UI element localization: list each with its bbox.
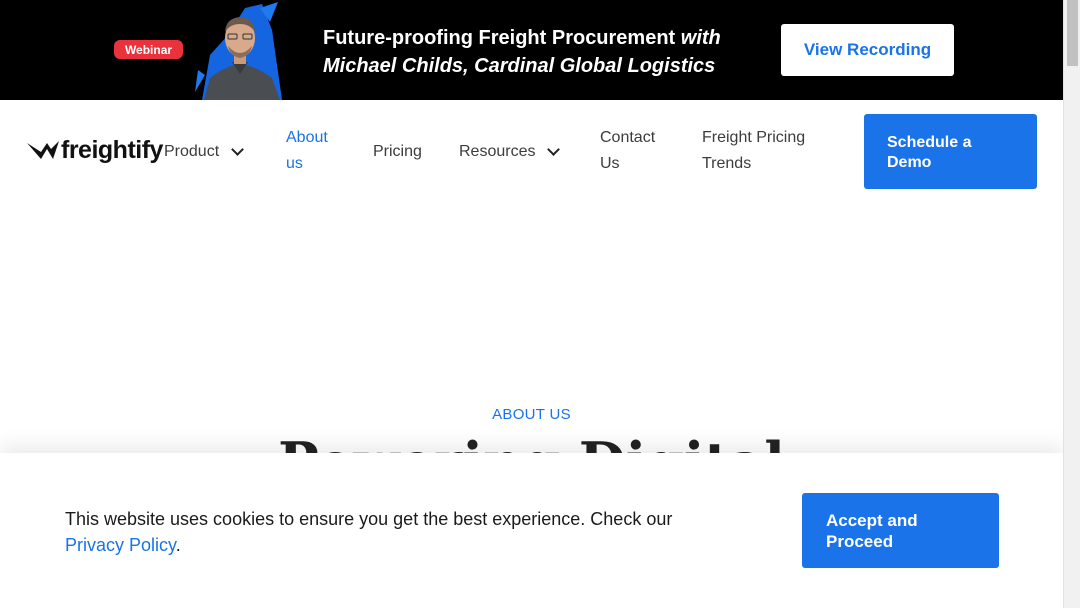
accept-label-line1: Accept and — [826, 511, 918, 530]
schedule-demo-label-line2: Demo — [887, 154, 932, 171]
speaker-photo — [195, 2, 282, 100]
nav-contact-label-line2: Us — [600, 155, 620, 172]
webinar-banner: Webinar Future-proofing Freight Procurem… — [0, 0, 1063, 100]
banner-title-speaker: Michael Childs, Cardinal Global Logistic… — [323, 55, 716, 77]
webinar-badge: Webinar — [114, 40, 183, 59]
page-scrollbar[interactable] — [1063, 0, 1080, 608]
logo-mark-icon — [27, 141, 59, 159]
nav-product[interactable]: Product — [164, 139, 245, 165]
nav-contact-label-line1: Contact — [600, 129, 656, 146]
nav-freight-pricing-trends[interactable]: Freight Pricing Trends — [702, 125, 805, 177]
nav-about-label-line1: About — [286, 129, 328, 146]
accept-label-line2: Proceed — [826, 532, 894, 551]
cookie-message-suffix: . — [175, 535, 181, 555]
cookie-message-text: This website uses cookies to ensure you … — [65, 509, 673, 529]
freightify-logo[interactable]: freightify — [27, 135, 163, 165]
nav-about-label-line2: us — [286, 155, 303, 172]
privacy-policy-link[interactable]: Privacy Policy — [65, 535, 176, 555]
cookie-banner: This website uses cookies to ensure you … — [0, 453, 1063, 608]
scrollbar-thumb[interactable] — [1067, 0, 1078, 66]
cookie-message: This website uses cookies to ensure you … — [65, 506, 745, 558]
nav-trends-label-line2: Trends — [702, 155, 752, 172]
schedule-demo-label-line1: Schedule a — [887, 134, 972, 151]
chevron-down-icon — [547, 143, 561, 156]
about-us-eyebrow: ABOUT US — [492, 406, 571, 423]
nav-about-us[interactable]: About us — [286, 125, 328, 177]
nav-pricing-label: Pricing — [373, 143, 422, 160]
banner-title-main: Future-proofing Freight Procurement — [323, 27, 681, 49]
schedule-demo-button[interactable]: Schedule a Demo — [864, 114, 1037, 189]
logo-text: freightify — [61, 135, 163, 164]
nav-pricing[interactable]: Pricing — [373, 139, 422, 165]
banner-title-with: with — [680, 27, 721, 49]
nav-resources-label: Resources — [459, 143, 536, 160]
nav-product-label: Product — [164, 143, 220, 160]
accept-and-proceed-button[interactable]: Accept and Proceed — [802, 493, 999, 568]
banner-title: Future-proofing Freight Procurement with… — [323, 24, 753, 80]
nav-trends-label-line1: Freight Pricing — [702, 129, 806, 146]
view-recording-button[interactable]: View Recording — [781, 24, 954, 76]
nav-contact-us[interactable]: Contact Us — [600, 125, 655, 177]
chevron-down-icon — [231, 143, 245, 156]
nav-resources[interactable]: Resources — [459, 139, 561, 165]
